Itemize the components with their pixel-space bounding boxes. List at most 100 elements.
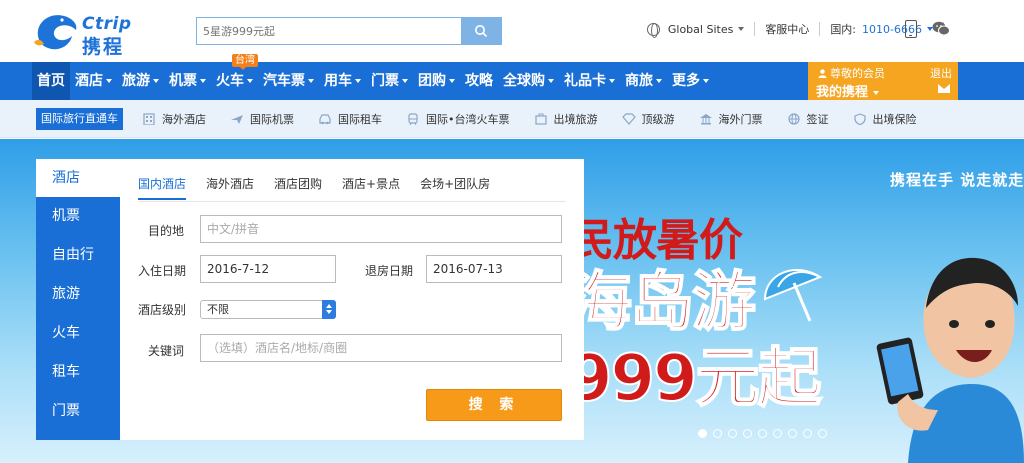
tab-overseas-hotel[interactable]: 海外酒店 <box>206 175 254 200</box>
nav-label: 商旅 <box>625 73 653 89</box>
nav-label: 首页 <box>37 73 65 89</box>
nav-item-more[interactable]: 更多 <box>667 62 714 100</box>
sub-item-label: 国际机票 <box>250 113 294 126</box>
shield-icon <box>853 113 866 125</box>
member-box: 尊敬的会员 我的携程 退出 <box>808 62 958 100</box>
logout-link[interactable]: 退出 <box>930 65 952 81</box>
nav-item-tickets[interactable]: 门票 <box>366 62 413 100</box>
member-greeting-text: 尊敬的会员 <box>830 67 885 80</box>
search-button[interactable] <box>461 18 501 44</box>
hotel-type-tabs: 国内酒店 海外酒店 酒店团购 酒店+景点 会场+团队房 <box>138 175 510 200</box>
nav-item-car[interactable]: 用车 <box>319 62 366 100</box>
tab-venue-group[interactable]: 会场+团队房 <box>420 175 490 200</box>
nav-item-home[interactable]: 首页 <box>32 62 70 100</box>
wechat-icon[interactable] <box>932 21 950 36</box>
global-sites-link[interactable]: Global Sites <box>668 23 733 36</box>
carousel-dot[interactable] <box>758 429 767 438</box>
vtab-car-rental[interactable]: 租车 <box>36 353 120 392</box>
sub-item-travel-insurance[interactable]: 出境保险 <box>853 111 917 127</box>
vtab-hotel[interactable]: 酒店 <box>36 159 120 197</box>
keyword-input[interactable]: （选填）酒店名/地标/商圈 <box>200 334 562 362</box>
nav-label: 礼品卡 <box>564 73 606 89</box>
carousel-dot[interactable] <box>728 429 737 438</box>
beach-umbrella-icon <box>763 268 823 322</box>
carousel-dots <box>698 429 833 438</box>
chevron-down-icon <box>738 27 745 31</box>
nav-item-business[interactable]: 商旅 <box>620 62 667 100</box>
site-search <box>196 17 502 45</box>
sub-item-label: 出境旅游 <box>553 113 598 126</box>
tab-hotel-groupbuy[interactable]: 酒店团购 <box>274 175 322 200</box>
luggage-icon <box>534 113 547 125</box>
spokesperson-image <box>876 257 1024 463</box>
destination-input[interactable]: 中文/拼音 <box>200 215 562 243</box>
carousel-dot[interactable] <box>818 429 827 438</box>
sub-item-label: 国际租车 <box>338 113 382 126</box>
hotel-search-panel: 国内酒店 海外酒店 酒店团购 酒店+景点 会场+团队房 目的地 中文/拼音 入住… <box>120 159 584 440</box>
vtab-tickets[interactable]: 门票 <box>36 392 120 431</box>
vtab-tours[interactable]: 旅游 <box>36 275 120 314</box>
divider <box>819 22 821 36</box>
hotel-level-select[interactable]: 不限 <box>200 300 336 319</box>
sub-item-outbound-travel[interactable]: 出境旅游 <box>534 111 598 127</box>
mail-icon[interactable] <box>938 84 950 93</box>
nav-item-hotel[interactable]: 酒店 <box>70 62 117 100</box>
chevron-down-icon <box>656 79 662 83</box>
logo-text-zh: 携程 <box>82 36 125 58</box>
carousel-dot[interactable] <box>788 429 797 438</box>
sub-item-label: 海外门票 <box>718 113 763 126</box>
search-submit-button[interactable]: 搜 索 <box>426 389 562 421</box>
nav-item-guides[interactable]: 攻略 <box>460 62 498 100</box>
nav-label: 全球购 <box>503 73 545 89</box>
nav-label: 门票 <box>371 73 399 89</box>
carousel-dot[interactable] <box>773 429 782 438</box>
diamond-icon <box>621 113 636 125</box>
sub-item-luxury-travel[interactable]: 顶级游 <box>621 111 675 127</box>
service-center-link[interactable]: 客服中心 <box>765 21 809 37</box>
taiwan-badge: 台湾 <box>232 54 258 70</box>
carousel-dot[interactable] <box>713 429 722 438</box>
sub-item-overseas-tickets[interactable]: 海外门票 <box>699 111 763 127</box>
carousel-dot[interactable] <box>803 429 812 438</box>
mobile-phone-icon[interactable] <box>905 20 917 38</box>
nav-item-flights[interactable]: 机票 <box>164 62 211 100</box>
sub-item-visa[interactable]: 签证 <box>787 111 829 127</box>
nav-item-global-shop[interactable]: 全球购 <box>498 62 559 100</box>
banner-slogan: 携程在手 说走就走 <box>890 171 1024 189</box>
tab-domestic-hotel[interactable]: 国内酒店 <box>138 175 187 200</box>
sub-item-intl-car-rental[interactable]: 国际租车 <box>318 111 382 127</box>
plane-icon <box>231 115 243 124</box>
keyword-label: 关键词 <box>148 344 185 358</box>
nav-label: 酒店 <box>75 73 103 89</box>
nav-item-train[interactable]: 台湾 火车 <box>211 54 258 100</box>
sub-item-label: 顶级游 <box>641 113 675 126</box>
tab-hotel-attraction[interactable]: 酒店+景点 <box>342 175 400 200</box>
sub-item-label: 国际•台湾火车票 <box>426 113 510 126</box>
nav-item-travel[interactable]: 旅游 <box>117 62 164 100</box>
international-label: 国际旅行直通车 <box>36 108 123 130</box>
sub-item-intl-flights[interactable]: 国际机票 <box>230 111 294 127</box>
checkin-date-input[interactable]: 2016-7-12 <box>200 255 336 283</box>
vtab-train[interactable]: 火车 <box>36 314 120 353</box>
nav-label: 更多 <box>672 73 700 89</box>
domestic-label: 国内: <box>830 23 857 36</box>
ctrip-logo[interactable]: Ctrip 携程 <box>32 8 152 58</box>
carousel-dot[interactable] <box>698 429 707 438</box>
chevron-down-icon <box>449 79 455 83</box>
carousel-dot[interactable] <box>743 429 752 438</box>
sub-item-intl-train[interactable]: 国际•台湾火车票 <box>406 111 510 127</box>
chevron-down-icon <box>153 79 159 83</box>
nav-item-gift-card[interactable]: 礼品卡 <box>559 62 620 100</box>
search-input[interactable] <box>197 18 463 44</box>
chevron-down-icon <box>247 79 253 83</box>
vtab-flights[interactable]: 机票 <box>36 197 120 236</box>
vtab-independent-travel[interactable]: 自由行 <box>36 236 120 275</box>
chevron-down-icon <box>308 79 314 83</box>
my-ctrip-link[interactable]: 我的携程 <box>816 81 880 100</box>
chevron-down-icon <box>355 79 361 83</box>
sub-item-label: 签证 <box>806 113 829 126</box>
nav-item-groupbuy[interactable]: 团购 <box>413 62 460 100</box>
sub-item-overseas-hotel[interactable]: 海外酒店 <box>142 111 206 127</box>
nav-item-bus[interactable]: 汽车票 <box>258 62 319 100</box>
checkout-date-input[interactable]: 2016-07-13 <box>426 255 562 283</box>
